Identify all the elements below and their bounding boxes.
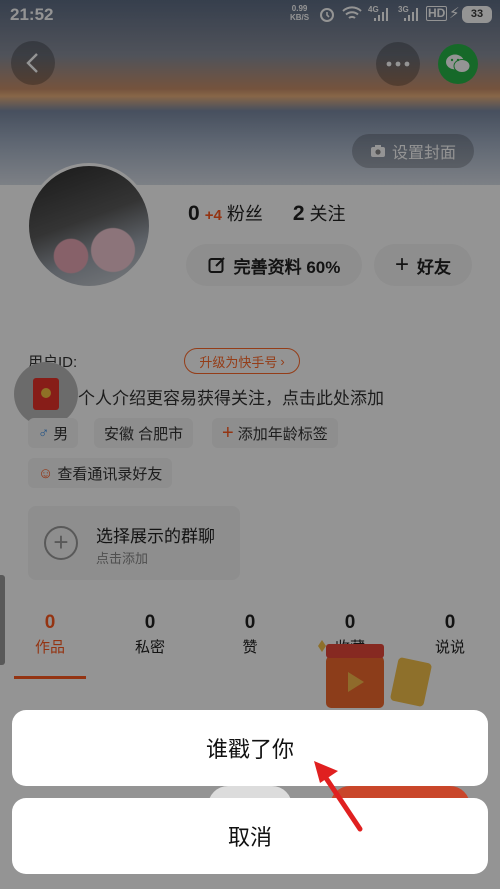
who-poked-you-label: 谁戳了你 (205, 737, 294, 762)
baidu-watermark: Bai 经验 (383, 848, 445, 865)
annotation-arrow-icon (314, 761, 363, 832)
who-poked-you-button[interactable]: 谁戳了你 (12, 710, 488, 786)
cancel-label: 取消 (227, 825, 272, 850)
